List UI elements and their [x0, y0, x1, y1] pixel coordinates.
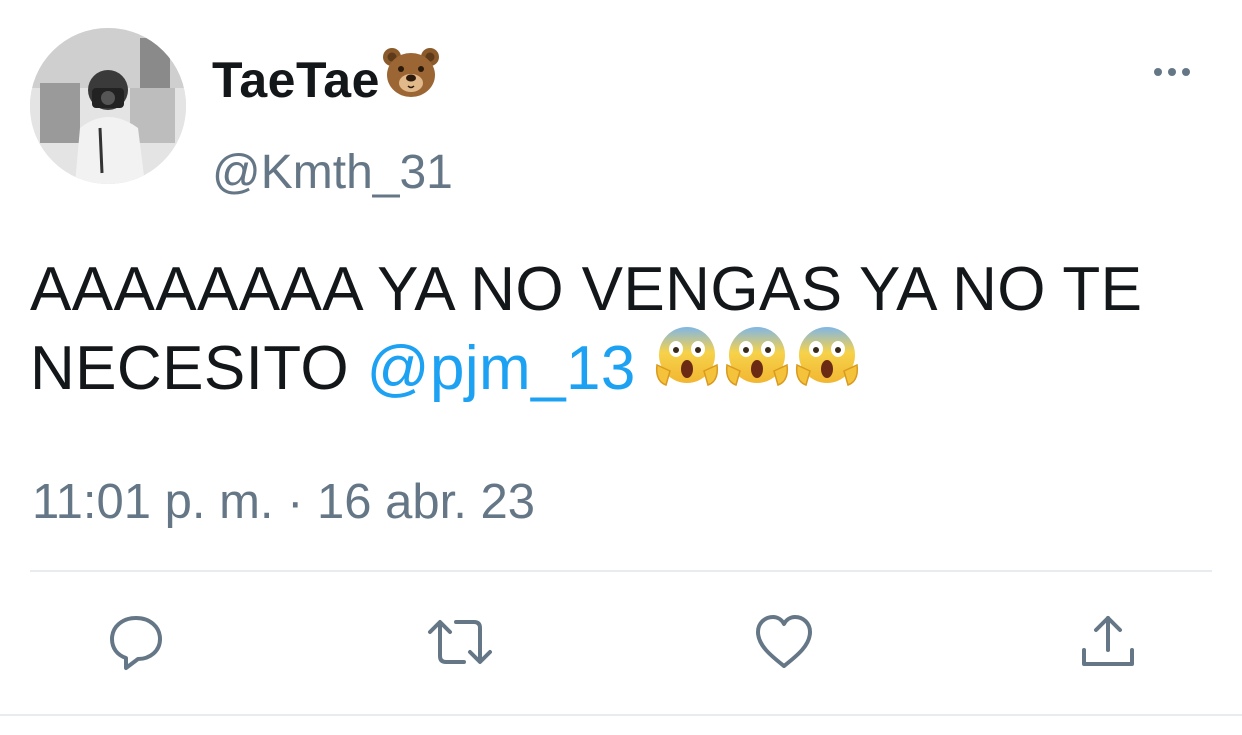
like-icon [756, 615, 812, 668]
more-dots-icon [1154, 68, 1190, 76]
emoji-group [654, 323, 864, 408]
divider [30, 570, 1212, 572]
bottom-divider [0, 714, 1242, 716]
display-name[interactable]: TaeTae [212, 47, 440, 112]
reply-icon [110, 616, 162, 670]
retweet-button[interactable] [424, 610, 496, 674]
screaming-face-icon [795, 327, 858, 387]
reply-button[interactable] [104, 610, 168, 674]
like-button[interactable] [752, 610, 816, 674]
user-handle[interactable]: @Kmth_31 [212, 143, 453, 203]
avatar-photo [30, 28, 186, 184]
retweet-icon [428, 620, 492, 664]
avatar[interactable] [30, 28, 186, 184]
screaming-face-icon [725, 327, 788, 387]
screaming-face-icon [655, 327, 718, 387]
tweet-text: AAAAAAAA YA NO VENGAS YA NO TE NECESITO … [30, 250, 1230, 408]
tweet-timestamp[interactable]: 11:01 p. m. · 16 abr. 23 [32, 472, 535, 532]
share-icon [1082, 616, 1134, 666]
share-button[interactable] [1076, 610, 1140, 674]
bear-face-icon [382, 47, 440, 112]
display-name-text: TaeTae [212, 52, 380, 108]
mention-link[interactable]: @pjm_13 [367, 334, 636, 403]
action-bar [0, 610, 1242, 680]
more-options-button[interactable] [1152, 62, 1192, 82]
